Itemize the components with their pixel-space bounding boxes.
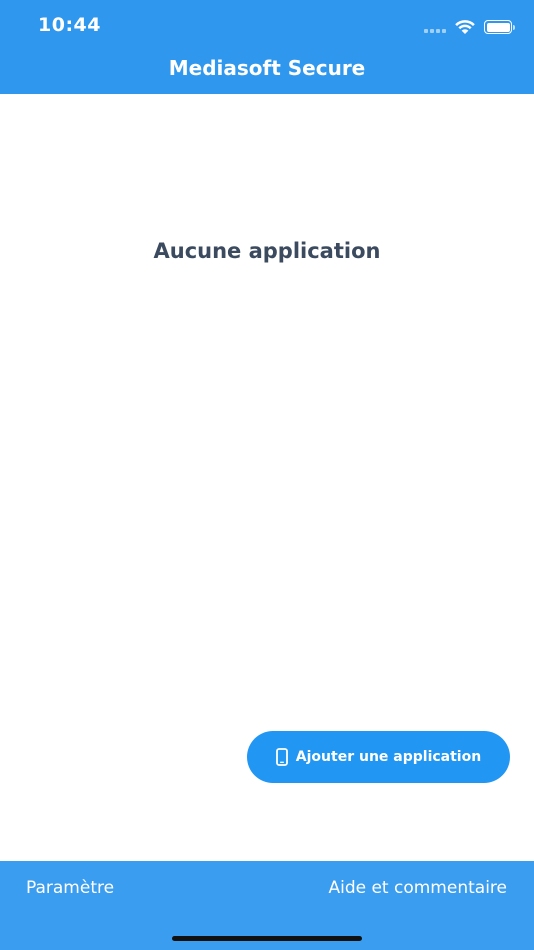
settings-link[interactable]: Paramètre	[26, 878, 114, 898]
bottom-toolbar: Paramètre Aide et commentaire	[0, 861, 534, 950]
home-indicator[interactable]	[172, 936, 362, 941]
battery-icon	[484, 20, 515, 34]
status-time: 10:44	[38, 14, 101, 36]
help-feedback-link[interactable]: Aide et commentaire	[328, 878, 507, 898]
phone-icon	[275, 748, 288, 766]
wifi-icon	[455, 20, 475, 34]
empty-state-message: Aucune application	[153, 239, 381, 263]
signal-icon	[424, 21, 446, 33]
status-icons	[424, 17, 515, 37]
page-title: Mediasoft Secure	[168, 56, 366, 80]
app-header: 10:44 Mediasoft Secure	[0, 0, 534, 94]
add-application-label: Ajouter une application	[295, 749, 482, 765]
add-application-button[interactable]: Ajouter une application	[247, 731, 510, 783]
